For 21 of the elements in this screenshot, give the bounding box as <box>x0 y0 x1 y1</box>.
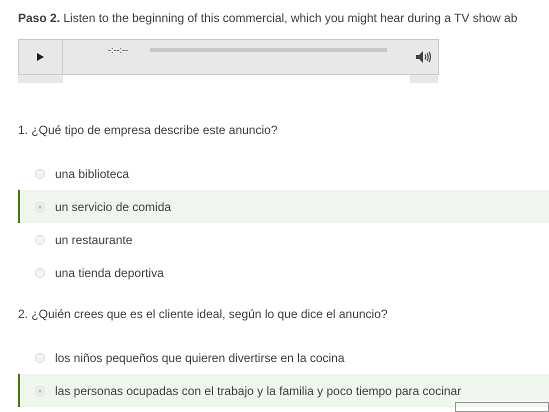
volume-icon <box>416 51 432 63</box>
selected-option-row[interactable]: un servicio de comida <box>18 190 549 223</box>
time-display: -:--:-- <box>108 45 129 55</box>
instruction-text: Paso 2. Listen to the beginning of this commercial, which you might hear during a TV show ab <box>18 11 518 25</box>
progress-track[interactable] <box>150 48 387 52</box>
option-label: una biblioteca <box>55 166 130 180</box>
question-text: 1. ¿Qué tipo de empresa describe este anuncio? <box>18 123 278 137</box>
option-label: las personas ocupadas con el trabajo y la familia y poco tiempo para cocinar <box>55 384 462 398</box>
radio-button[interactable] <box>35 386 45 396</box>
radio-button[interactable] <box>35 234 45 244</box>
radio-button[interactable] <box>35 268 45 278</box>
option-label: los niños pequeños que quieren divertirse en la cocina <box>55 350 345 364</box>
radio-button[interactable] <box>35 202 45 212</box>
play-icon <box>37 53 44 61</box>
selected-option-row[interactable]: las personas ocupadas con el trabajo y la familia y poco tiempo para cocinar <box>18 374 549 407</box>
radio-button[interactable] <box>35 352 45 362</box>
question-text: 2. ¿Quién crees que es el cliente ideal, según lo que dice el anuncio? <box>18 307 388 321</box>
radio-button[interactable] <box>35 168 45 178</box>
option-label: un restaurante <box>55 232 132 246</box>
option-label: un servicio de comida <box>55 200 172 214</box>
option-label: una tienda deportiva <box>55 266 164 280</box>
